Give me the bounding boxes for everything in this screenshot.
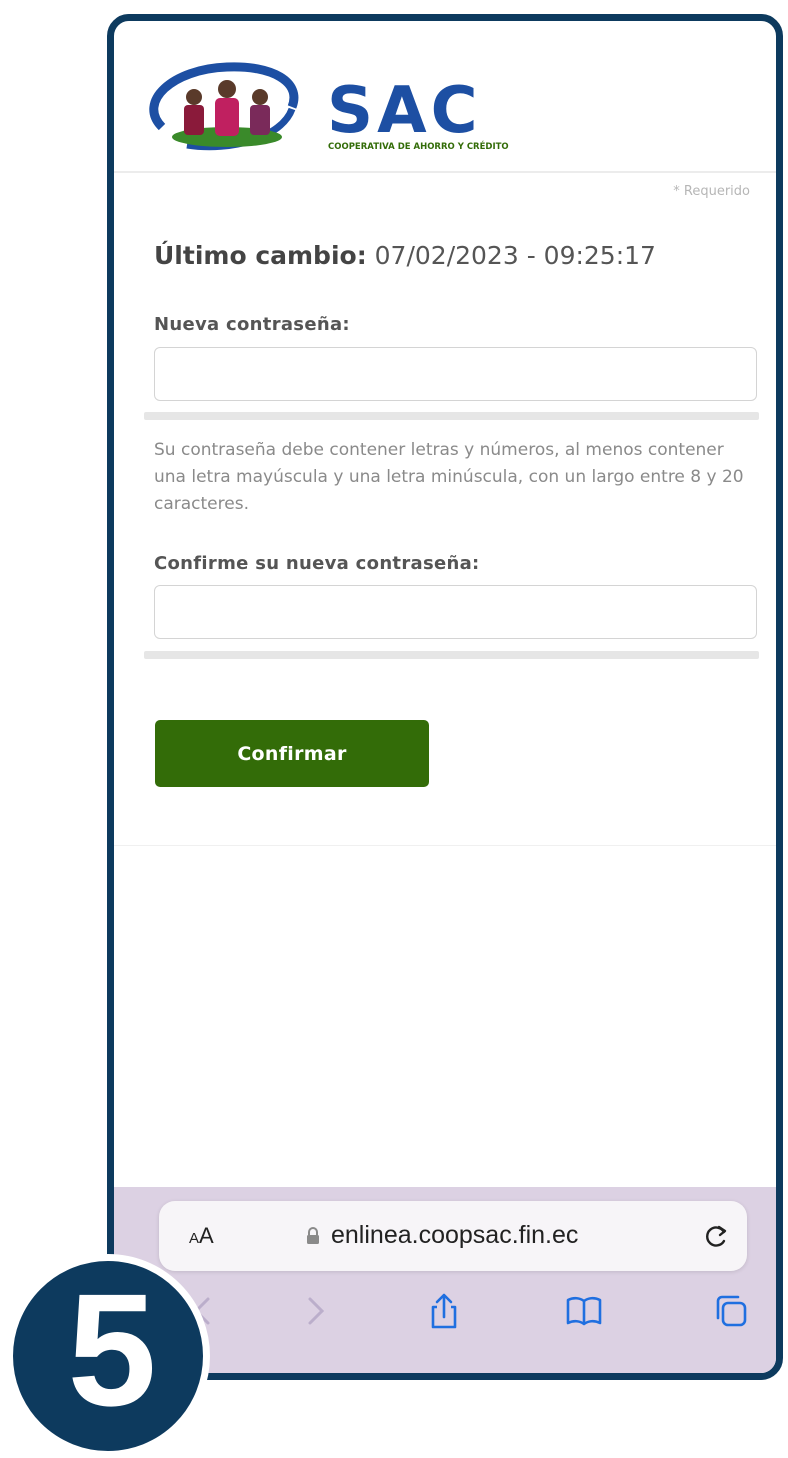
confirm-button[interactable]: Confirmar [155, 720, 429, 787]
content-divider [114, 845, 776, 846]
tabs-icon[interactable] [711, 1291, 751, 1331]
svg-text:COOPERATIVA DE AHORRO Y CRÉDIT: COOPERATIVA DE AHORRO Y CRÉDITO [328, 140, 509, 152]
last-change-label: Último cambio: [154, 241, 367, 270]
site-header: SAC COOPERATIVA DE AHORRO Y CRÉDITO [114, 21, 776, 173]
phone-frame: SAC COOPERATIVA DE AHORRO Y CRÉDITO * Re… [107, 14, 783, 1380]
share-icon[interactable] [424, 1291, 464, 1331]
confirm-password-label: Confirme su nueva contraseña: [154, 553, 480, 574]
last-change-info: Último cambio: 07/02/2023 - 09:25:17 [154, 241, 656, 270]
new-password-strength-bar [144, 412, 759, 420]
new-password-label: Nueva contraseña: [154, 314, 350, 335]
address-bar[interactable]: AA enlinea.coopsac.fin.ec [159, 1201, 747, 1271]
required-note: * Requerido [673, 184, 750, 199]
sac-logo[interactable]: SAC COOPERATIVA DE AHORRO Y CRÉDITO [132, 57, 532, 157]
new-password-input[interactable] [154, 347, 757, 401]
step-number: 5 [67, 1260, 157, 1439]
password-hint: Su contraseña debe contener letras y núm… [154, 440, 744, 514]
reload-icon[interactable] [699, 1219, 733, 1253]
browser-toolbar: AA enlinea.coopsac.fin.ec [114, 1187, 776, 1373]
forward-icon[interactable] [294, 1291, 334, 1331]
confirm-password-input[interactable] [154, 585, 757, 639]
svg-text:SAC: SAC [327, 74, 482, 148]
url-text[interactable]: enlinea.coopsac.fin.ec [331, 1221, 578, 1250]
last-change-value: 07/02/2023 - 09:25:17 [374, 241, 656, 270]
confirm-password-strength-bar [144, 651, 759, 659]
lock-icon [307, 1227, 319, 1244]
text-size-icon[interactable]: AA [189, 1223, 214, 1249]
bookmarks-icon[interactable] [564, 1291, 604, 1331]
